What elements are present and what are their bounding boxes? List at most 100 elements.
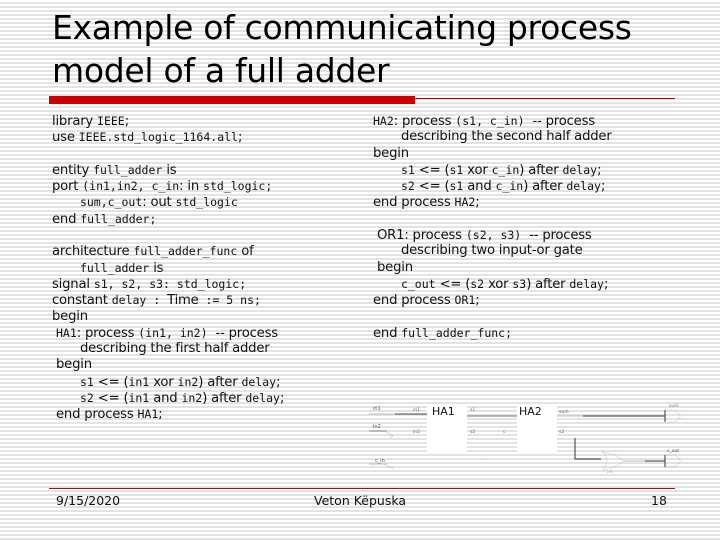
title-accent-bar	[49, 96, 415, 104]
code-text: xor	[149, 374, 178, 390]
ha1-port-s2: s2	[470, 429, 475, 435]
footer-author: Veton Këpuska	[314, 493, 407, 508]
or-gate-input-s3: s3	[607, 470, 612, 473]
code-line: s1 <= (in1 xor in2) after delay;	[52, 374, 284, 390]
code-text: xor	[484, 276, 513, 292]
code-identifier: s2	[400, 179, 415, 194]
code-line: library IEEE;	[52, 113, 284, 129]
code-line: s2 <= (s1 and c_in) after delay;	[373, 178, 612, 194]
code-identifier: full_adder;	[80, 211, 157, 226]
code-identifier: (in1,in2, c_in	[82, 179, 180, 194]
code-text: ;	[600, 179, 606, 195]
code-line: HA1: process (in1, in2) -- process	[52, 325, 284, 341]
code-text: <= (	[414, 162, 450, 178]
code-text: <= (	[435, 276, 471, 292]
code-identifier: in2	[177, 374, 199, 389]
code-text: <= (	[93, 374, 129, 390]
code-text: : process	[393, 114, 456, 129]
code-identifier: delay	[566, 179, 601, 194]
code-text: and	[149, 391, 182, 407]
code-identifier: s1	[449, 179, 464, 194]
code-text: : in	[179, 179, 204, 195]
slide-title: Example of communicating process model o…	[52, 6, 692, 92]
code-identifier: s1, s2, s3: std_logic;	[93, 276, 247, 291]
code-text: ) after	[202, 391, 246, 407]
code-text: library	[52, 114, 98, 129]
code-identifier: full_adder	[79, 260, 150, 275]
output-sum-label: sum	[669, 404, 679, 409]
code-identifier: full_adder	[93, 162, 163, 177]
code-text: ;	[124, 114, 129, 129]
code-text: ;	[158, 407, 163, 423]
code-text: port	[52, 179, 83, 195]
code-identifier: full_adder_func;	[401, 325, 513, 340]
code-line: use IEEE.std_logic_1164.all;	[52, 129, 284, 145]
code-text: ;	[276, 374, 281, 390]
c-in-arrow-icon	[384, 463, 394, 470]
code-text: ) after	[519, 162, 563, 178]
code-identifier: s2	[470, 276, 485, 291]
code-line: begin	[52, 357, 284, 373]
code-text: describing two input-or gate	[373, 243, 583, 259]
code-identifier: s1	[449, 162, 464, 177]
vhdl-code-right: HA2: process (s1, c_in) -- process descr…	[373, 113, 612, 341]
code-line: entity full_adder is	[52, 162, 284, 178]
code-identifier: (in1, in2)	[138, 325, 208, 340]
ha1-port-in2: in2	[413, 429, 420, 435]
code-text: ;	[237, 130, 243, 146]
or-gate-icon	[602, 451, 624, 471]
code-text: ;	[279, 391, 285, 407]
code-text: ;	[475, 293, 480, 309]
code-text: ;	[597, 162, 602, 178]
code-identifier: HA1	[137, 407, 159, 422]
code-text: architecture	[52, 244, 134, 260]
ha1-port-in1: in1	[413, 407, 420, 413]
ha1-label: HA1	[432, 405, 455, 418]
code-text: ) after	[198, 374, 242, 390]
code-identifier: delay	[245, 391, 280, 406]
code-identifier: c_in	[491, 162, 520, 177]
code-identifier: std_logic	[175, 195, 238, 210]
footer-divider	[49, 488, 675, 489]
code-text: begin	[52, 357, 92, 373]
code-identifier: full_adder_func	[133, 244, 238, 259]
ha2-port-sum: sum	[559, 410, 569, 415]
title-line-2: model of a full adder	[52, 51, 390, 90]
code-text: describing the first half adder	[52, 341, 270, 357]
code-identifier: s3	[512, 276, 527, 291]
code-line: c_out <= (s2 xor s3) after delay;	[373, 276, 612, 292]
code-line: begin	[373, 146, 612, 162]
code-text: -- process	[524, 114, 596, 129]
code-text: constant	[52, 293, 112, 309]
code-line: describing the first half adder	[52, 341, 284, 357]
code-identifier: c_out	[400, 276, 436, 291]
code-identifier: (s2, s3)	[465, 228, 522, 243]
s3-mid-label: . . .	[481, 456, 487, 461]
code-text: -- process	[207, 325, 279, 341]
code-text: : out	[142, 195, 176, 211]
code-line: end full_adder;	[52, 211, 284, 227]
code-identifier: delay :	[111, 293, 168, 308]
code-line: s2 <= (in1 and in2) after delay;	[52, 390, 284, 406]
code-text: use	[52, 130, 79, 146]
sum-output-port-icon	[665, 409, 682, 423]
code-text: begin	[373, 145, 409, 161]
code-text: <= (	[93, 391, 129, 407]
input-c-in-label: c_in	[375, 458, 385, 464]
title-line-1: Example of communicating process	[52, 8, 632, 47]
code-line: begin	[373, 260, 612, 276]
vhdl-code-left: library IEEE; use IEEE.std_logic_1164.all…	[52, 113, 284, 423]
code-identifier: OR1	[454, 293, 476, 308]
code-text: <= (	[414, 179, 450, 195]
code-line: end process OR1;	[373, 292, 612, 308]
code-identifier: HA2	[454, 195, 476, 210]
code-text: signal	[52, 276, 94, 292]
code-text: is	[149, 260, 164, 276]
